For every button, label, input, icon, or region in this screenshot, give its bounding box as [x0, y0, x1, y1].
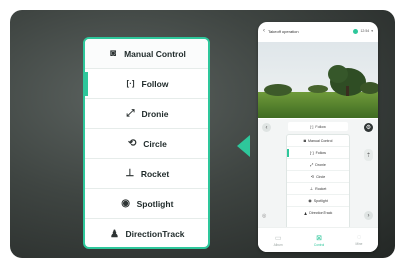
nav-label: Album: [273, 242, 283, 247]
eye-icon: ◉: [121, 198, 130, 209]
phone-title: Takeoff operation: [268, 28, 299, 34]
album-icon: ▭: [274, 234, 282, 242]
takeoff-icon[interactable]: ⇡: [364, 149, 373, 161]
current-mode-bar[interactable]: [·] Follow: [288, 122, 348, 131]
mini-item-rocket[interactable]: ⊥ Rocket: [287, 183, 349, 195]
phone-screen: ‹ Takeoff operation 12:54 ▾ ‹ ⚙ ⇡ ◎ › [·…: [258, 22, 378, 252]
gamepad-icon: ◙: [110, 48, 117, 59]
person-icon: ♟: [303, 210, 308, 216]
status-time: 12:54: [360, 29, 370, 33]
mini-item-circle[interactable]: ⟲ Circle: [287, 171, 349, 183]
camera-preview: [258, 42, 378, 118]
eye-icon: ◉: [308, 198, 312, 203]
nav-label: Control: [313, 242, 325, 247]
mini-item-spotlight[interactable]: ◉ Spotlight: [287, 195, 349, 207]
mini-item-dronie[interactable]: ⤢ Dronie: [287, 159, 349, 171]
menu-item-label: DirectionTrack: [125, 229, 185, 239]
back-arrow-icon[interactable]: ‹: [263, 28, 265, 34]
mini-item-label: Follow: [315, 150, 326, 155]
mini-item-label: Circle: [316, 174, 326, 179]
follow-target-icon: [·]: [310, 150, 314, 155]
mini-item-label: Dronie: [315, 162, 326, 167]
menu-item-spotlight[interactable]: ◉ Spotlight: [85, 189, 208, 219]
phone-header: ‹ Takeoff operation 12:54 ▾: [258, 22, 378, 40]
mini-item-label: DirectionTrack: [309, 211, 333, 215]
wifi-icon: ▾: [371, 29, 373, 33]
mini-item-label: Rocket: [315, 186, 327, 191]
drone-connected-icon: [353, 28, 359, 34]
nav-album[interactable]: ▭ Album: [274, 234, 283, 247]
mini-item-follow[interactable]: [·] Follow: [287, 147, 349, 159]
callout-arrow: [237, 135, 250, 157]
menu-item-label: Spotlight: [136, 198, 174, 209]
menu-item-label: Rocket: [140, 168, 170, 179]
flight-mode-menu: ◙ Manual Control [·] Follow ⤢ Dronie ⟲ C…: [83, 37, 210, 249]
menu-item-rocket[interactable]: ⊥ Rocket: [85, 159, 208, 189]
promo-card: ◙ Manual Control [·] Follow ⤢ Dronie ⟲ C…: [10, 10, 395, 258]
profile-icon: ◌: [356, 234, 361, 241]
menu-item-follow[interactable]: [·] Follow: [85, 69, 208, 99]
landscape-photo: [258, 42, 378, 118]
menu-item-label: Manual Control: [124, 48, 186, 59]
person-icon: ♟: [109, 228, 119, 240]
menu-item-label: Follow: [141, 78, 169, 89]
follow-target-icon: [·]: [126, 79, 135, 88]
menu-item-manual-control[interactable]: ◙ Manual Control: [85, 39, 208, 69]
dronie-arrow-icon: ⤢: [126, 108, 135, 119]
menu-item-circle[interactable]: ⟲ Circle: [85, 129, 208, 159]
chevron-right-icon[interactable]: ›: [364, 211, 373, 220]
circle-orbit-icon: ⟲: [127, 138, 137, 149]
control-icon: ⊠: [316, 234, 322, 242]
current-mode-label: Follow: [315, 124, 326, 129]
gamepad-icon: ◙: [303, 138, 307, 143]
mini-item-label: Spotlight: [313, 198, 328, 203]
control-panel: ‹ ⚙ ⇡ ◎ › [·] Follow ◙ Manual Control [·…: [258, 119, 378, 230]
nav-control[interactable]: ⊠ Control: [314, 234, 324, 247]
mini-item-directiontrack[interactable]: ♟ DirectionTrack: [287, 207, 349, 219]
gear-icon[interactable]: ⚙: [364, 123, 373, 132]
rocket-up-icon: ⊥: [125, 168, 135, 179]
menu-item-label: Circle: [143, 138, 167, 149]
chevron-left-icon[interactable]: ‹: [262, 123, 271, 132]
follow-target-icon: [·]: [310, 124, 314, 129]
menu-item-label: Dronie: [141, 108, 169, 119]
mini-flight-mode-menu: ◙ Manual Control [·] Follow ⤢ Dronie ⟲ C…: [286, 134, 350, 230]
drone-status: 12:54 ▾: [353, 28, 373, 34]
menu-item-dronie[interactable]: ⤢ Dronie: [85, 99, 208, 129]
nav-mine[interactable]: ◌ Mine: [355, 234, 362, 246]
bottom-nav: ▭ Album ⊠ Control ◌ Mine: [258, 227, 378, 252]
menu-item-directiontrack[interactable]: ♟ DirectionTrack: [85, 219, 208, 247]
mini-item-manual-control[interactable]: ◙ Manual Control: [287, 135, 349, 147]
circle-orbit-icon: ⟲: [310, 174, 315, 179]
rocket-up-icon: ⊥: [309, 186, 314, 191]
mini-item-label: Manual Control: [308, 138, 333, 143]
nav-label: Mine: [355, 242, 363, 246]
dronie-arrow-icon: ⤢: [310, 162, 314, 167]
visibility-icon[interactable]: ◎: [262, 213, 266, 219]
